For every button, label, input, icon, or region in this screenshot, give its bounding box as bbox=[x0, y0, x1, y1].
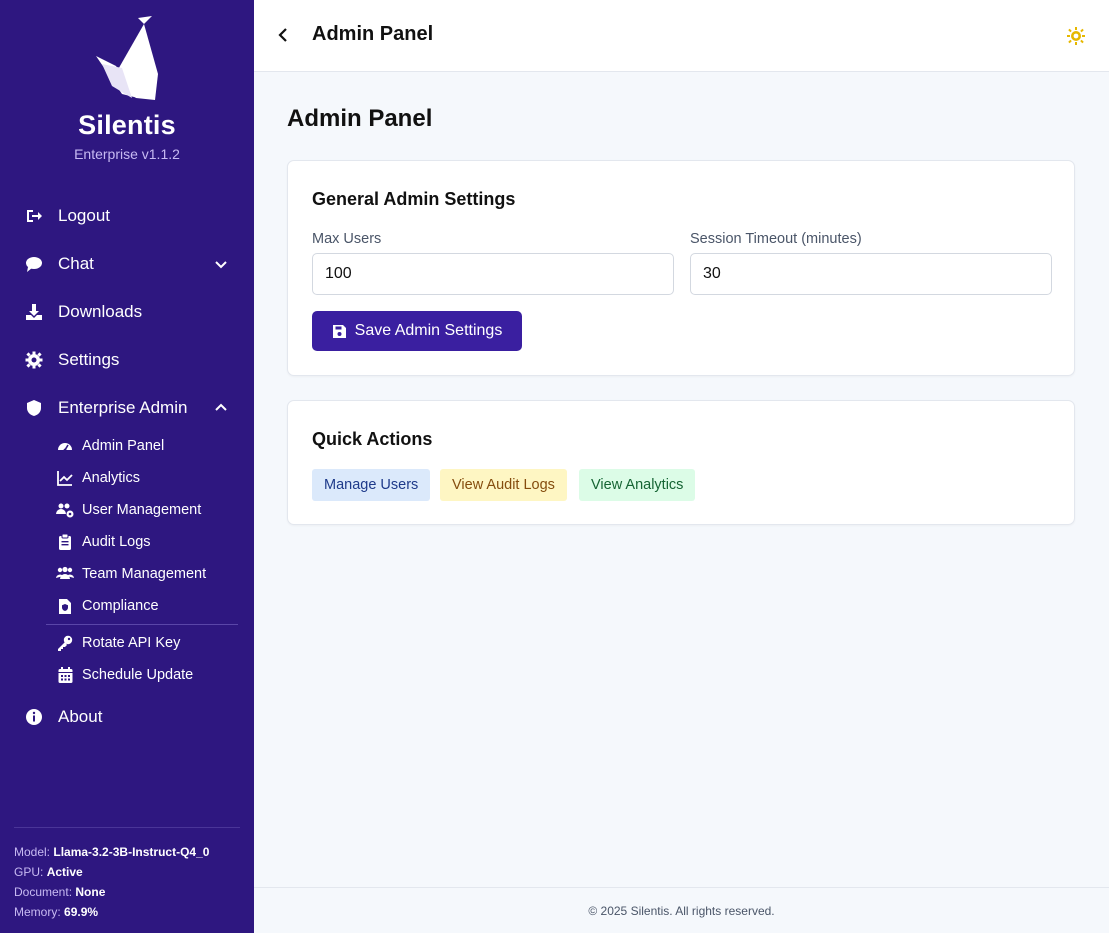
clipboard-icon bbox=[56, 533, 74, 551]
nav-chat[interactable]: Chat bbox=[24, 252, 94, 276]
calendar-icon bbox=[56, 666, 74, 684]
status-gpu: GPU: Active bbox=[14, 865, 83, 879]
quick-actions-card: Quick Actions Manage Users View Audit Lo… bbox=[287, 400, 1075, 525]
nav-downloads-label: Downloads bbox=[58, 302, 143, 321]
sidebar-item-compliance[interactable]: Compliance bbox=[56, 596, 159, 616]
sidebar-item-label: Admin Panel bbox=[82, 438, 165, 454]
footer-copyright: © 2025 Silentis. All rights reserved. bbox=[588, 904, 775, 918]
sidebar-item-admin-panel[interactable]: Admin Panel bbox=[56, 436, 164, 456]
general-settings-title: General Admin Settings bbox=[312, 189, 516, 209]
sidebar-item-label: Audit Logs bbox=[82, 534, 151, 550]
header-title: Admin Panel bbox=[312, 23, 434, 45]
shield-icon bbox=[24, 398, 44, 418]
sidebar-item-label: Schedule Update bbox=[82, 667, 194, 683]
chevron-down-icon[interactable] bbox=[213, 256, 229, 272]
session-timeout-input[interactable] bbox=[690, 253, 1052, 295]
top-bar: Admin Panel bbox=[254, 0, 1109, 72]
status-document: Document: None bbox=[14, 885, 106, 899]
status-divider bbox=[14, 827, 240, 828]
sidebar: Silentis Enterprise v1.1.2 Logout Chat D… bbox=[0, 0, 254, 933]
sidebar-item-label: Team Management bbox=[82, 566, 207, 582]
info-icon bbox=[24, 707, 44, 727]
logout-icon bbox=[24, 206, 44, 226]
users-gear-icon bbox=[56, 501, 74, 519]
nav-logout-label: Logout bbox=[58, 206, 110, 225]
session-timeout-label: Session Timeout (minutes) bbox=[690, 231, 862, 247]
sidebar-item-label: Compliance bbox=[82, 598, 159, 614]
nav-about[interactable]: About bbox=[24, 705, 102, 729]
brand-version: Enterprise v1.1.2 bbox=[74, 146, 180, 162]
brand-name: Silentis bbox=[78, 110, 176, 140]
nav-chat-label: Chat bbox=[58, 254, 94, 273]
back-arrow-icon[interactable] bbox=[272, 24, 294, 46]
status-memory: Memory: 69.9% bbox=[14, 905, 99, 919]
key-icon bbox=[56, 634, 74, 652]
sidebar-item-schedule-update[interactable]: Schedule Update bbox=[56, 665, 193, 685]
nav-downloads[interactable]: Downloads bbox=[24, 300, 142, 324]
sidebar-item-rotate-api-key[interactable]: Rotate API Key bbox=[56, 633, 180, 653]
chevron-up-icon[interactable] bbox=[213, 400, 229, 416]
footer: © 2025 Silentis. All rights reserved. bbox=[254, 887, 1109, 933]
page-title: Admin Panel bbox=[287, 105, 433, 132]
file-shield-icon bbox=[56, 597, 74, 615]
nav-enterprise-admin[interactable]: Enterprise Admin bbox=[24, 396, 187, 420]
max-users-input[interactable] bbox=[312, 253, 674, 295]
nav-logout[interactable]: Logout bbox=[24, 204, 110, 228]
sidebar-item-label: User Management bbox=[82, 502, 202, 518]
gauge-icon bbox=[56, 437, 74, 455]
sun-icon[interactable] bbox=[1064, 24, 1088, 48]
download-icon bbox=[24, 302, 44, 322]
chat-bubble-icon bbox=[24, 254, 44, 274]
nav-enterprise-admin-label: Enterprise Admin bbox=[58, 398, 188, 417]
team-icon bbox=[56, 565, 74, 583]
general-settings-card: General Admin Settings Max Users Session… bbox=[287, 160, 1075, 376]
view-audit-logs-button[interactable]: View Audit Logs bbox=[440, 469, 567, 501]
nav-settings-label: Settings bbox=[58, 350, 120, 369]
floppy-disk-icon bbox=[332, 324, 347, 339]
sidebar-item-label: Analytics bbox=[82, 470, 141, 486]
sidebar-divider bbox=[46, 624, 238, 625]
line-chart-icon bbox=[56, 469, 74, 487]
save-admin-settings-label: Save Admin Settings bbox=[354, 322, 503, 339]
swan-logo-icon bbox=[0, 14, 254, 104]
status-model: Model: Llama-3.2-3B-Instruct-Q4_0 bbox=[14, 845, 210, 859]
quick-actions-title: Quick Actions bbox=[312, 429, 433, 449]
nav-about-label: About bbox=[58, 707, 103, 726]
gear-icon bbox=[24, 350, 44, 370]
nav-settings[interactable]: Settings bbox=[24, 348, 119, 372]
manage-users-button[interactable]: Manage Users bbox=[312, 469, 431, 501]
max-users-label: Max Users bbox=[312, 231, 382, 247]
sidebar-item-user-management[interactable]: User Management bbox=[56, 500, 201, 520]
view-analytics-button[interactable]: View Analytics bbox=[579, 469, 696, 501]
save-admin-settings-button[interactable]: Save Admin Settings bbox=[312, 311, 522, 351]
sidebar-item-label: Rotate API Key bbox=[82, 635, 181, 651]
sidebar-item-analytics[interactable]: Analytics bbox=[56, 468, 140, 488]
sidebar-item-team-management[interactable]: Team Management bbox=[56, 564, 206, 584]
sidebar-item-audit-logs[interactable]: Audit Logs bbox=[56, 532, 151, 552]
